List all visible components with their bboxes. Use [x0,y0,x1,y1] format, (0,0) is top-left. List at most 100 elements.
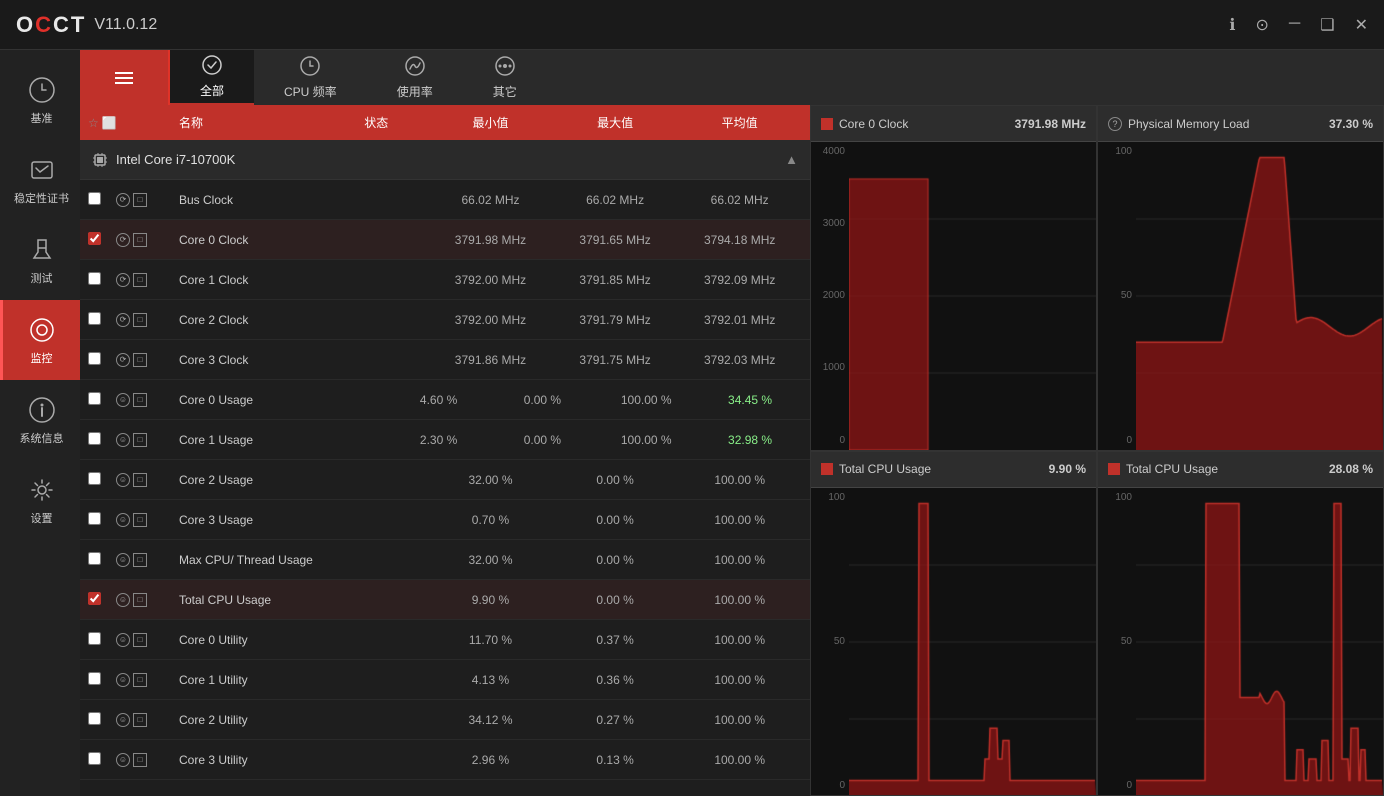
tab-cpu-freq[interactable]: CPU 频率 [254,50,367,105]
table-scroll[interactable]: ⟳ □ Bus Clock 66.02 MHz 66.02 MHz 66.02 … [80,180,810,796]
row-checkbox-bus-clock[interactable] [88,192,116,208]
close-button[interactable]: ✕ [1355,15,1368,35]
row-min-core1-clock: 3792.00 MHz [428,273,553,287]
row-checkbox-core0-clock[interactable] [88,232,116,248]
row-min-core0-clock: 3791.98 MHz [428,233,553,247]
row-icon1: ⟳ [116,273,130,287]
chart-total-cpu-left-value: 9.90 % [1049,462,1086,476]
y-axis-total-cpu-left: 100 50 0 [811,488,849,796]
y-label-50d: 50 [1102,636,1132,647]
window-controls: ℹ ⊙ ─ ❑ ✕ [1229,15,1368,35]
collapse-icon[interactable]: ▲ [785,152,798,167]
row-max-core3-usage: 0.00 % [553,513,678,527]
chart-core0-clock-title: Core 0 Clock [839,117,1009,131]
row-checkbox-core2-clock[interactable] [88,312,116,328]
row-icon1: ☺ [116,433,130,447]
row-name-core1-clock: Core 1 Clock [171,273,324,287]
row-avg-core2-util: 100.00 % [677,713,802,727]
row-icons-core1-usage: ☺ □ [116,433,171,447]
chart-phys-mem-body: 100 50 0 [1098,142,1383,450]
sidebar-item-benchmark[interactable]: 基准 [0,60,80,140]
test-icon [26,234,58,266]
sidebar-item-monitor[interactable]: 监控 [0,300,80,380]
row-icon1: ☺ [116,393,130,407]
row-checkbox-core2-usage[interactable] [88,472,116,488]
table-row: ☺ □ Core 0 Usage 4.60 % 0.00 % 100.00 % … [80,380,810,420]
row-max-core1-util: 0.36 % [553,673,678,687]
row-avg-core1-clock: 3792.09 MHz [677,273,802,287]
row-checkbox-core1-clock[interactable] [88,272,116,288]
tab-other-icon [495,56,515,81]
menu-button[interactable] [80,50,170,105]
row-icon2: □ [133,713,147,727]
sidebar-item-settings[interactable]: 设置 [0,460,80,540]
row-icon2: □ [133,633,147,647]
row-avg-core3-usage: 100.00 % [677,513,802,527]
chart-total-cpu-right-body: 100 50 0 [1098,488,1383,796]
row-checkbox-core0-usage[interactable] [88,392,116,408]
row-checkbox-core0-util[interactable] [88,632,116,648]
main-layout: 基准 稳定性证书 测试 [0,50,1384,796]
row-min-totalcpu: 9.90 % [428,593,553,607]
row-name-totalcpu: Total CPU Usage [171,593,324,607]
table-row: ☺ □ Core 3 Utility 2.96 % 0.13 % 100.00 … [80,740,810,780]
sidebar-item-test[interactable]: 测试 [0,220,80,300]
sidebar-item-sysinfo[interactable]: 系统信息 [0,380,80,460]
y-axis-total-cpu-right: 100 50 0 [1098,488,1136,796]
row-checkbox-core3-util[interactable] [88,752,116,768]
row-icon1: ☺ [116,633,130,647]
row-checkbox-core1-usage[interactable] [88,432,116,448]
maximize-button[interactable]: ❑ [1320,15,1334,35]
camera-button[interactable]: ⊙ [1256,15,1269,35]
table-row: ☺ □ Core 0 Utility 11.70 % 0.37 % 100.00… [80,620,810,660]
row-checkbox-core3-usage[interactable] [88,512,116,528]
chart-red-square3 [1108,463,1120,475]
row-min-core2-usage: 32.00 % [428,473,553,487]
chart-core0-clock-body: 4000 3000 2000 1000 0 [811,142,1096,450]
table-row: ☺ □ Core 2 Utility 34.12 % 0.27 % 100.00… [80,700,810,740]
col-state-header: 状态 [324,114,428,131]
tab-other-label: 其它 [493,83,517,100]
tab-usage-label: 使用率 [397,83,433,100]
row-max-core0-clock: 3791.65 MHz [553,233,678,247]
row-avgval-core1-usage: 32.98 % [698,433,802,447]
table-row: ☺ □ Core 3 Usage 0.70 % 0.00 % 100.00 % [80,500,810,540]
tab-all[interactable]: 全部 [170,50,254,105]
chart-phys-mem-header: ? Physical Memory Load 37.30 % [1098,106,1383,142]
row-min-core3-clock: 3791.86 MHz [428,353,553,367]
row-icon1: ☺ [116,593,130,607]
row-checkbox-core3-clock[interactable] [88,352,116,368]
row-avg-core0-util: 100.00 % [677,633,802,647]
row-icons-core0-usage: ☺ □ [116,393,171,407]
row-checkbox-core1-util[interactable] [88,672,116,688]
tab-other[interactable]: 其它 [463,50,547,105]
tab-all-label: 全部 [200,82,224,99]
right-panels: Core 0 Clock 3791.98 MHz 4000 3000 2000 … [810,105,1384,796]
chart-total-cpu-right: Total CPU Usage 28.08 % 100 50 0 [1097,451,1384,796]
sidebar-item-stability[interactable]: 稳定性证书 [0,140,80,220]
row-icon2: □ [133,753,147,767]
row-icon2: □ [133,553,147,567]
row-icon2: □ [133,433,147,447]
row-checkbox-core2-util[interactable] [88,712,116,728]
chart-phys-mem-title: Physical Memory Load [1128,117,1323,131]
column-headers: ☆ ⬜ 名称 状态 最小值 最大值 平均值 [80,105,810,140]
row-min-core2-util: 34.12 % [428,713,553,727]
row-name-core2-util: Core 2 Utility [171,713,324,727]
table-panel: ☆ ⬜ 名称 状态 最小值 最大值 平均值 [80,105,810,796]
row-max-maxcpu: 0.00 % [553,553,678,567]
tab-usage[interactable]: 使用率 [367,50,463,105]
monitor-label: 监控 [31,350,53,366]
row-icon2: □ [133,513,147,527]
row-checkbox-maxcpu[interactable] [88,552,116,568]
row-name-core0-usage: Core 0 Usage [171,393,300,407]
cpu-group-name: Intel Core i7-10700K [116,152,235,167]
table-row: ☺ □ Core 1 Usage 2.30 % 0.00 % 100.00 % … [80,420,810,460]
minimize-button[interactable]: ─ [1289,15,1300,35]
row-icon1: ☺ [116,753,130,767]
row-checkbox-totalcpu[interactable] [88,592,116,608]
star-icon: ☆ [88,116,99,130]
row-icon2: □ [133,673,147,687]
table-row: ⟳ □ Core 2 Clock 3792.00 MHz 3791.79 MHz… [80,300,810,340]
info-button[interactable]: ℹ [1229,15,1235,35]
